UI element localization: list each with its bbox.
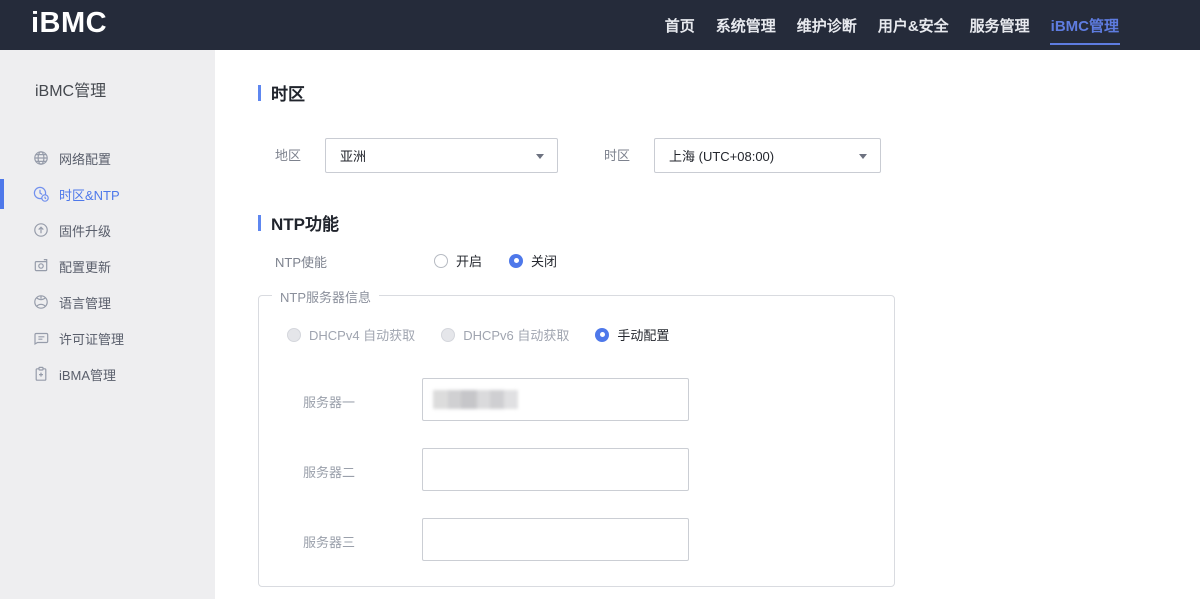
nav-item-ibmc-management[interactable]: iBMC管理 bbox=[1050, 0, 1120, 50]
nav-item-service-management[interactable]: 服务管理 bbox=[969, 0, 1031, 50]
nav-item-maintenance-diagnosis[interactable]: 维护诊断 bbox=[796, 0, 858, 50]
ntp-server-mode-radio-group: DHCPv4 自动获取 DHCPv6 自动获取 手动配置 bbox=[287, 325, 669, 344]
region-select[interactable]: 亚洲 bbox=[325, 138, 558, 173]
radio-button-selected-icon[interactable] bbox=[595, 328, 609, 342]
sidebar-item-config-update[interactable]: 配置更新 bbox=[0, 248, 215, 284]
clock-icon bbox=[33, 186, 49, 202]
radio-manual-config[interactable]: 手动配置 bbox=[595, 325, 669, 344]
region-label: 地区 bbox=[275, 138, 301, 173]
region-select-value: 亚洲 bbox=[340, 146, 366, 165]
title-accent-bar bbox=[258, 215, 261, 231]
main-content: 时区 地区 亚洲 时区 上海 (UTC+08:00) NTP功能 NTP使能 开… bbox=[215, 50, 1200, 599]
config-update-icon bbox=[33, 258, 49, 274]
top-navigation: 首页 系统管理 维护诊断 用户&安全 服务管理 iBMC管理 bbox=[664, 0, 1120, 50]
radio-button-disabled-icon bbox=[287, 328, 301, 342]
sidebar-item-timezone-ntp[interactable]: 时区&NTP bbox=[0, 176, 215, 212]
server-three-label: 服务器三 bbox=[303, 532, 355, 551]
sidebar-item-label: 时区&NTP bbox=[59, 185, 120, 204]
sidebar-item-language-management[interactable]: 语言管理 bbox=[0, 284, 215, 320]
title-accent-bar bbox=[258, 85, 261, 101]
ntp-enable-label: NTP使能 bbox=[275, 252, 327, 271]
sidebar-title: iBMC管理 bbox=[35, 77, 215, 101]
server-one-label: 服务器一 bbox=[303, 392, 355, 411]
radio-ntp-on[interactable]: 开启 bbox=[434, 251, 482, 270]
chevron-down-icon bbox=[536, 154, 544, 159]
radio-dhcpv4-auto: DHCPv4 自动获取 bbox=[287, 325, 415, 344]
masked-value bbox=[433, 390, 518, 409]
chevron-down-icon bbox=[859, 154, 867, 159]
fieldset-legend: NTP服务器信息 bbox=[272, 287, 379, 306]
sidebar-item-label: 语言管理 bbox=[59, 293, 111, 312]
sidebar-item-label: 许可证管理 bbox=[59, 329, 124, 348]
sidebar-item-license-management[interactable]: 许可证管理 bbox=[0, 320, 215, 356]
server-two-input[interactable] bbox=[422, 448, 689, 491]
sidebar-item-network-config[interactable]: 网络配置 bbox=[0, 140, 215, 176]
sidebar-item-label: 配置更新 bbox=[59, 257, 111, 276]
sidebar-item-label: 网络配置 bbox=[59, 149, 111, 168]
radio-dhcpv6-auto: DHCPv6 自动获取 bbox=[441, 325, 569, 344]
network-icon bbox=[33, 150, 49, 166]
brand-logo: iBMC bbox=[31, 7, 107, 40]
upgrade-icon bbox=[33, 222, 49, 238]
timezone-section-title: 时区 bbox=[258, 80, 305, 105]
sidebar-item-label: iBMA管理 bbox=[59, 365, 116, 384]
radio-button-icon[interactable] bbox=[434, 254, 448, 268]
ntp-server-fieldset: NTP服务器信息 DHCPv4 自动获取 DHCPv6 自动获取 手动配置 服务… bbox=[258, 295, 895, 587]
sidebar-menu: 网络配置 时区&NTP 固件升级 bbox=[0, 140, 215, 392]
radio-ntp-off[interactable]: 关闭 bbox=[509, 251, 557, 270]
timezone-label: 时区 bbox=[604, 138, 630, 173]
nav-item-home[interactable]: 首页 bbox=[664, 0, 696, 50]
sidebar-item-label: 固件升级 bbox=[59, 221, 111, 240]
language-icon bbox=[33, 294, 49, 310]
server-two-label: 服务器二 bbox=[303, 462, 355, 481]
radio-button-disabled-icon bbox=[441, 328, 455, 342]
ntp-enable-radio-group: 开启 关闭 bbox=[434, 251, 557, 270]
timezone-select[interactable]: 上海 (UTC+08:00) bbox=[654, 138, 881, 173]
nav-item-user-security[interactable]: 用户&安全 bbox=[877, 0, 950, 50]
radio-button-selected-icon[interactable] bbox=[509, 254, 523, 268]
ntp-section-title: NTP功能 bbox=[258, 210, 339, 235]
nav-item-system-management[interactable]: 系统管理 bbox=[715, 0, 777, 50]
license-icon bbox=[33, 330, 49, 346]
server-three-input[interactable] bbox=[422, 518, 689, 561]
sidebar: iBMC管理 网络配置 时区&NTP bbox=[0, 50, 215, 599]
clipboard-icon bbox=[33, 366, 49, 382]
topbar: iBMC 首页 系统管理 维护诊断 用户&安全 服务管理 iBMC管理 bbox=[0, 0, 1200, 50]
sidebar-item-ibma-management[interactable]: iBMA管理 bbox=[0, 356, 215, 392]
sidebar-item-firmware-upgrade[interactable]: 固件升级 bbox=[0, 212, 215, 248]
timezone-select-value: 上海 (UTC+08:00) bbox=[669, 146, 774, 165]
